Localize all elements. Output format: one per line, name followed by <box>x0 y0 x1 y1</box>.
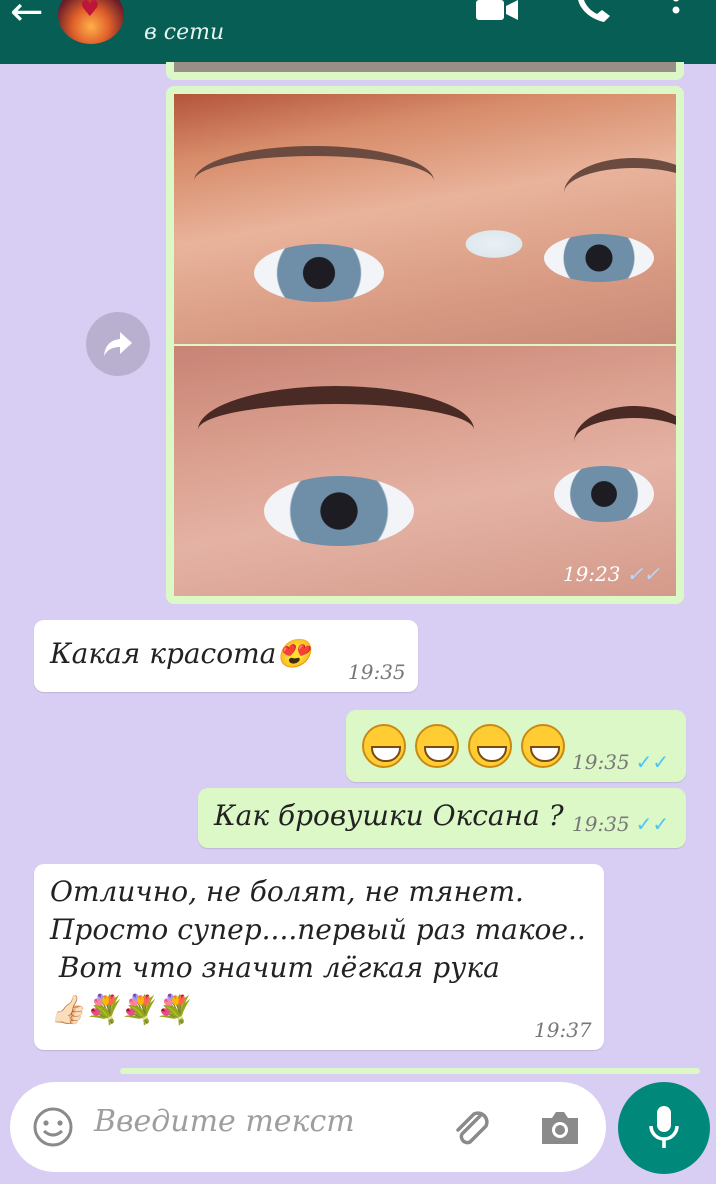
incoming-message[interactable]: Какая красота😍 19:35 <box>34 620 418 692</box>
grin-emoji-icon <box>467 724 512 768</box>
message-emoji-line: 👍🏻💐💐💐 <box>50 993 190 1026</box>
image-message-bubble[interactable]: 19:23 ✓✓ <box>166 86 684 604</box>
outgoing-message[interactable]: Как бровушки Оксана ? 19:35 ✓✓ <box>198 788 686 848</box>
read-ticks-icon: ✓✓ <box>635 812 670 836</box>
photo-before[interactable] <box>174 94 676 344</box>
message-text: Как бровушки Оксана ? <box>214 799 564 832</box>
message-time: 19:35 ✓✓ <box>572 812 669 836</box>
attach-icon[interactable] <box>450 1106 494 1150</box>
chat-header: ← ♥ в сети <box>0 0 716 64</box>
back-arrow-icon[interactable]: ← <box>10 0 44 32</box>
next-message-edge <box>120 1068 700 1074</box>
outgoing-message[interactable]: 19:35 ✓✓ <box>346 710 686 782</box>
grin-emoji-icon <box>362 724 406 768</box>
read-ticks-icon: ✓✓ <box>626 562 660 586</box>
voice-record-button[interactable] <box>618 1082 710 1174</box>
message-line: Просто супер....первый раз такое.. <box>50 913 586 946</box>
message-input[interactable]: Введите текст <box>94 1104 355 1139</box>
phone-icon[interactable] <box>574 0 612 24</box>
forward-icon <box>104 332 132 356</box>
eyebrow-right <box>564 158 676 228</box>
photo-after[interactable] <box>174 346 676 596</box>
eye-right <box>544 234 654 282</box>
message-line: Отлично, не болят, не тянет. <box>50 875 524 908</box>
message-input-bar[interactable]: Введите текст <box>10 1082 606 1172</box>
video-call-icon[interactable] <box>476 0 518 20</box>
eye-right <box>554 466 654 522</box>
eye-left <box>264 476 414 546</box>
avatar[interactable]: ♥ <box>58 0 124 44</box>
message-time: 19:35 <box>348 660 406 684</box>
grin-emoji-icon <box>520 724 565 768</box>
camera-icon[interactable] <box>538 1108 582 1148</box>
time-label: 19:23 <box>562 562 621 586</box>
forward-button[interactable] <box>86 312 150 376</box>
contact-status: в сети <box>144 20 225 45</box>
eye-left <box>254 244 384 302</box>
eyebrow-left <box>194 146 434 216</box>
message-text: Какая красота😍 <box>50 637 312 670</box>
emoji-row <box>362 724 565 768</box>
previous-image-bubble[interactable] <box>166 62 684 80</box>
message-time: 19:35 ✓✓ <box>572 750 669 774</box>
time-label: 19:35 <box>572 750 630 774</box>
message-line: Вот что значит лёгкая рука <box>50 951 500 984</box>
message-time: 19:37 <box>534 1018 592 1042</box>
eyebrow-left <box>198 386 474 474</box>
mic-icon <box>649 1106 679 1148</box>
emoji-icon[interactable] <box>32 1106 74 1148</box>
more-vert-icon[interactable] <box>666 0 686 20</box>
time-label: 19:35 <box>572 812 630 836</box>
message-time: 19:23 ✓✓ <box>563 562 660 586</box>
heart-icon: ♥ <box>80 0 100 22</box>
incoming-message[interactable]: Отлично, не болят, не тянет. Просто супе… <box>34 864 604 1050</box>
read-ticks-icon: ✓✓ <box>635 750 670 774</box>
grin-emoji-icon <box>414 724 459 768</box>
